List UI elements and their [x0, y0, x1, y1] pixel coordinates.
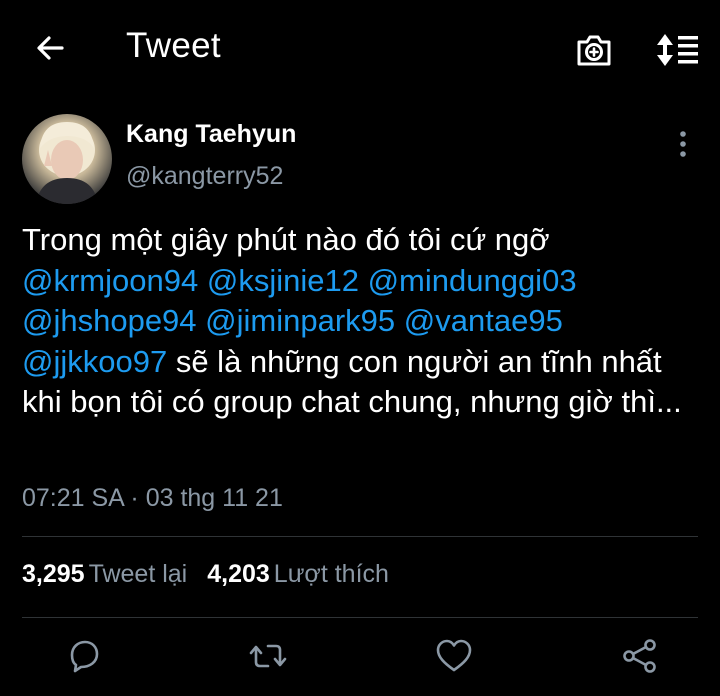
divider — [22, 617, 698, 618]
retweets-stat[interactable]: 3,295 Tweet lại — [22, 560, 187, 588]
mention-link[interactable]: @ksjinie12 — [207, 263, 359, 298]
reply-icon — [70, 640, 99, 673]
page-title: Tweet — [126, 26, 221, 65]
likes-label: Lượt thích — [273, 560, 389, 588]
tweet-detail-screen: Tweet Kang Taehyun @kangterry52 Trong mộ… — [0, 0, 720, 696]
share-button[interactable] — [620, 636, 660, 676]
tweet-text: Trong một giây phút nào đó tôi cứ ngỡ @kr… — [22, 220, 702, 423]
more-vertical-icon — [680, 131, 686, 157]
more-options-button[interactable] — [670, 128, 696, 160]
camera-button[interactable] — [574, 30, 614, 70]
retweets-label: Tweet lại — [88, 560, 188, 588]
tweet-text-intro: Trong một giây phút nào đó tôi cứ ngỡ — [22, 222, 550, 257]
reply-button[interactable] — [64, 636, 104, 676]
retweet-icon — [249, 644, 287, 668]
avatar-image — [36, 122, 98, 204]
like-button[interactable] — [434, 636, 474, 676]
avatar[interactable] — [22, 114, 112, 204]
author-handle[interactable]: @kangterry52 — [126, 162, 283, 191]
sort-list-icon — [657, 34, 698, 66]
author-name[interactable]: Kang Taehyun — [126, 120, 296, 149]
engagement-stats: 3,295 Tweet lại 4,203 Lượt thích — [22, 560, 389, 589]
mention-link[interactable]: @jjkkoo97 — [22, 344, 167, 379]
arrow-left-icon — [37, 36, 64, 60]
retweets-count: 3,295 — [22, 560, 85, 588]
tweet-timestamp: 07:21 SA · 03 thg 11 21 — [22, 484, 283, 512]
action-bar — [0, 636, 720, 680]
like-icon — [436, 639, 472, 672]
back-button[interactable] — [32, 30, 68, 66]
camera-plus-icon — [577, 35, 611, 66]
sort-button[interactable] — [654, 32, 700, 68]
likes-stat[interactable]: 4,203 Lượt thích — [207, 560, 389, 588]
retweet-button[interactable] — [248, 636, 288, 676]
likes-count: 4,203 — [207, 560, 270, 588]
mention-link[interactable]: @jhshope94 — [22, 303, 197, 338]
mention-link[interactable]: @jiminpark95 — [205, 303, 395, 338]
mention-link[interactable]: @vantae95 — [404, 303, 563, 338]
top-app-bar: Tweet — [0, 0, 720, 100]
share-icon — [623, 639, 656, 673]
divider — [22, 536, 698, 537]
mention-link[interactable]: @krmjoon94 — [22, 263, 198, 298]
mention-link[interactable]: @mindunggi03 — [368, 263, 577, 298]
